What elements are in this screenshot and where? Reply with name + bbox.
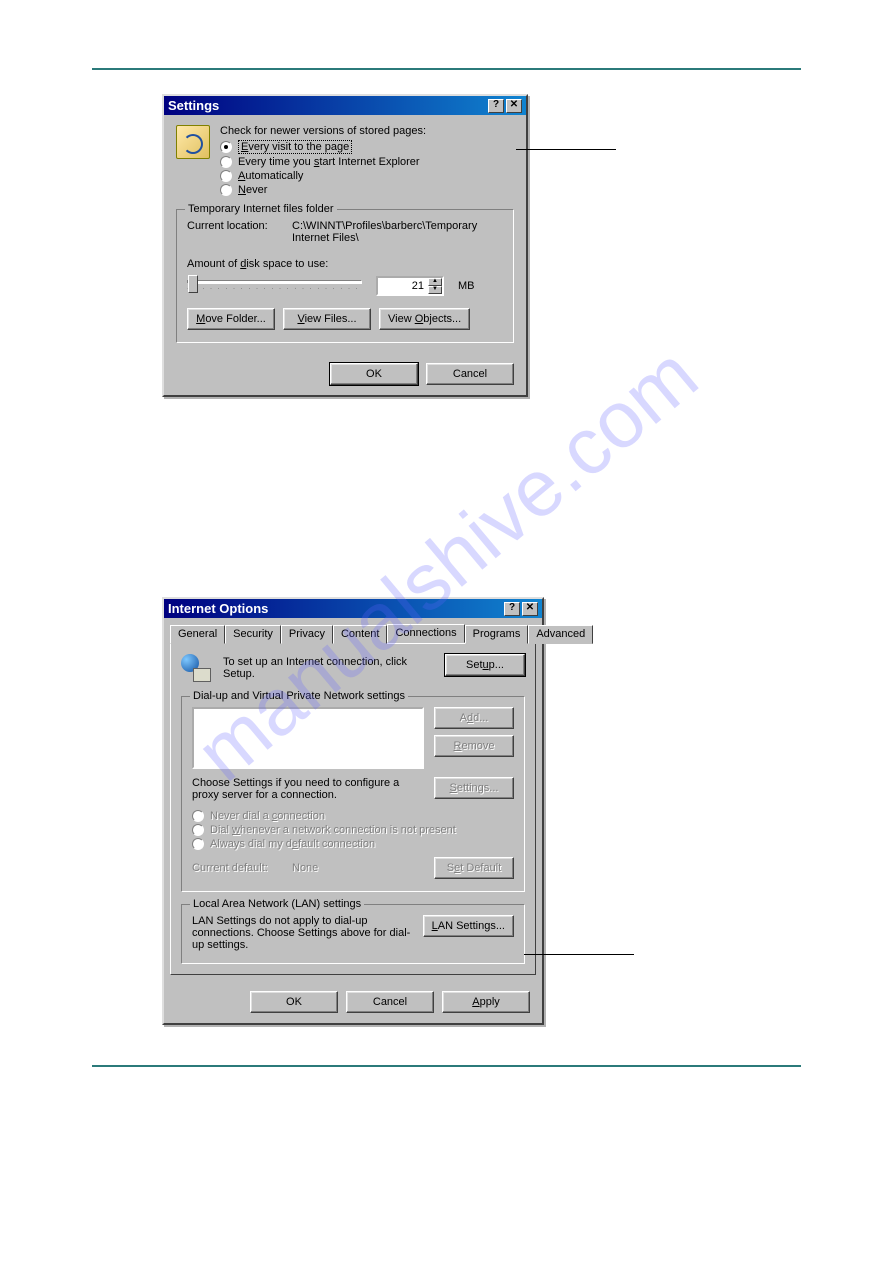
page-icon — [176, 125, 210, 159]
tab-content[interactable]: Content — [333, 625, 388, 644]
radio-automatically[interactable] — [220, 170, 232, 182]
lan-settings-button[interactable]: LAN Settings... — [423, 915, 514, 937]
cancel-button[interactable]: Cancel — [426, 363, 514, 385]
ok-button[interactable]: OK — [330, 363, 418, 385]
settings-button: Settings... — [434, 777, 514, 799]
radio-always-dial — [192, 838, 204, 850]
radio-label: Every visit to the page — [238, 140, 352, 154]
current-default-label: Current default: — [192, 862, 282, 874]
current-default-value: None — [292, 862, 424, 874]
settings-dialog: Settings ? ✕ Check for newer versions of… — [162, 94, 528, 397]
connections-listbox[interactable] — [192, 707, 424, 769]
radio-label: Always dial my default connection — [210, 838, 375, 850]
page-rule-bottom — [92, 1065, 801, 1067]
remove-button: Remove — [434, 735, 514, 757]
titlebar: Internet Options ? ✕ — [164, 599, 542, 618]
view-objects-button[interactable]: View Objects... — [379, 308, 470, 330]
radio-label: Never — [238, 184, 267, 196]
radio-never-dial — [192, 810, 204, 822]
tab-strip: General Security Privacy Content Connect… — [164, 618, 542, 643]
temp-files-legend: Temporary Internet files folder — [185, 203, 337, 215]
disk-space-spinner[interactable]: ▲ ▼ — [376, 276, 444, 296]
proxy-hint: Choose Settings if you need to configure… — [192, 777, 424, 801]
disk-space-input[interactable] — [378, 278, 428, 294]
globe-icon — [181, 654, 213, 686]
tab-privacy[interactable]: Privacy — [281, 625, 333, 644]
current-location-value: C:\WINNT\Profiles\barberc\Temporary Inte… — [292, 220, 503, 244]
setup-text: To set up an Internet connection, click … — [223, 654, 435, 680]
radio-dial-whenever — [192, 824, 204, 836]
radio-every-visit[interactable] — [220, 141, 232, 153]
callout-line — [516, 149, 616, 150]
spin-down[interactable]: ▼ — [428, 286, 442, 294]
disk-space-slider[interactable]: · · · · · · · · · · · · · · · · · · · · … — [187, 280, 362, 292]
internet-options-dialog: Internet Options ? ✕ General Security Pr… — [162, 597, 544, 1025]
help-button[interactable]: ? — [504, 602, 520, 616]
tab-connections[interactable]: Connections — [387, 624, 464, 643]
cancel-button[interactable]: Cancel — [346, 991, 434, 1013]
setup-button[interactable]: Setup... — [445, 654, 525, 676]
callout-line — [524, 954, 634, 955]
radio-label: Dial whenever a network connection is no… — [210, 824, 456, 836]
titlebar: Settings ? ✕ — [164, 96, 526, 115]
apply-button[interactable]: Apply — [442, 991, 530, 1013]
move-folder-button[interactable]: Move Folder... — [187, 308, 275, 330]
tab-advanced[interactable]: Advanced — [528, 625, 593, 644]
current-location-label: Current location: — [187, 220, 282, 244]
radio-label: Never dial a connection — [210, 810, 325, 822]
dialog-title: Settings — [168, 98, 486, 113]
add-button: Add... — [434, 707, 514, 729]
check-label: Check for newer versions of stored pages… — [220, 125, 514, 137]
dialup-legend: Dial-up and Virtual Private Network sett… — [190, 690, 408, 702]
set-default-button: Set Default — [434, 857, 514, 879]
dialog-title: Internet Options — [168, 601, 502, 616]
spin-up[interactable]: ▲ — [428, 278, 442, 286]
radio-never[interactable] — [220, 184, 232, 196]
tab-security[interactable]: Security — [225, 625, 281, 644]
view-files-button[interactable]: View Files... — [283, 308, 371, 330]
close-button[interactable]: ✕ — [522, 602, 538, 616]
tab-programs[interactable]: Programs — [465, 625, 529, 644]
disk-space-unit: MB — [458, 280, 475, 292]
disk-space-label: Amount of disk space to use: — [187, 258, 503, 270]
tab-general[interactable]: General — [170, 625, 225, 644]
ok-button[interactable]: OK — [250, 991, 338, 1013]
radio-label: Automatically — [238, 170, 303, 182]
radio-label: Every time you start Internet Explorer — [238, 156, 420, 168]
radio-every-start[interactable] — [220, 156, 232, 168]
lan-hint: LAN Settings do not apply to dial-up con… — [192, 915, 413, 951]
close-button[interactable]: ✕ — [506, 99, 522, 113]
page-rule-top — [92, 68, 801, 70]
lan-legend: Local Area Network (LAN) settings — [190, 898, 364, 910]
help-button[interactable]: ? — [488, 99, 504, 113]
